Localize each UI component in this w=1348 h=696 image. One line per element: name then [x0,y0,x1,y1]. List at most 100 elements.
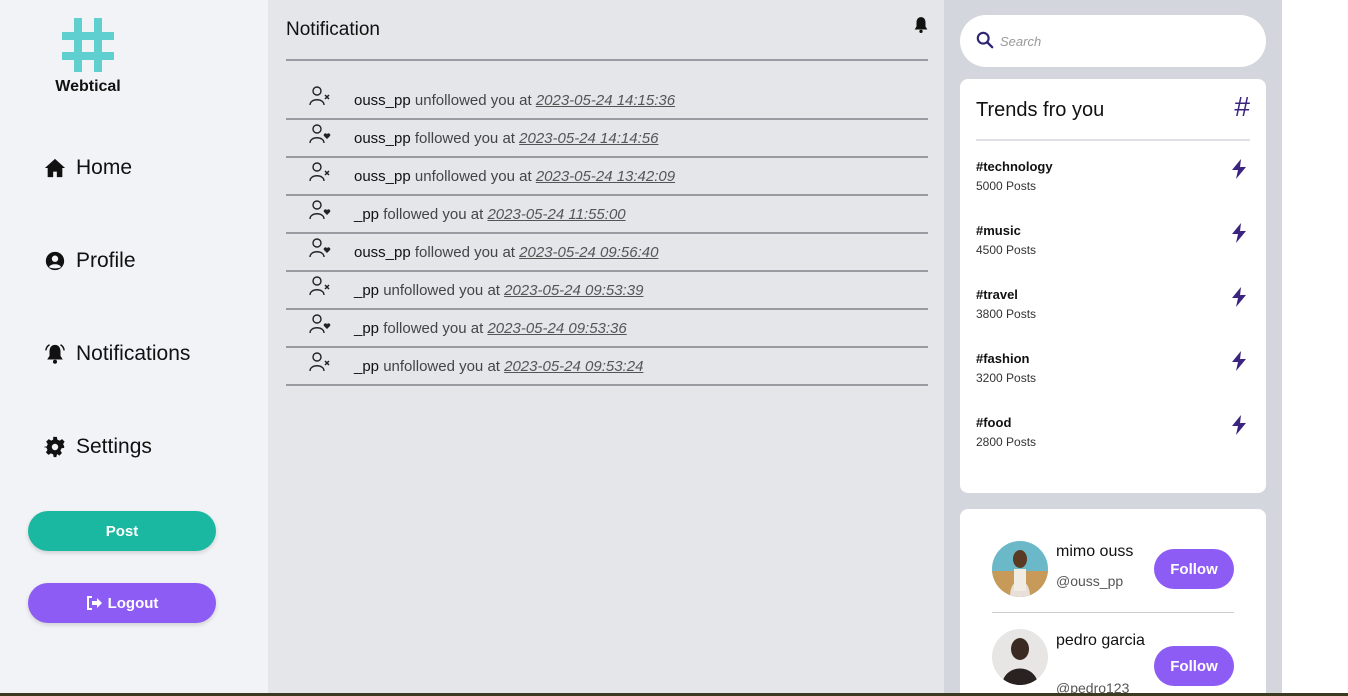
notification-row[interactable]: ouss_pp followed you at 2023-05-24 14:14… [286,120,928,158]
nav-notifications-label: Notifications [76,342,191,365]
notification-action: followed you at [414,244,515,261]
trend-count: 2800 Posts [976,435,1037,449]
notification-action: unfollowed you at [414,168,532,185]
notification-row[interactable]: ouss_pp unfollowed you at 2023-05-24 13:… [286,158,928,196]
nav-settings-label: Settings [76,435,152,458]
who-to-follow-card: mimo ouss @ouss_pp Follow pedro garcia @… [960,509,1266,696]
user-heart-icon [308,198,332,222]
bolt-icon [1232,351,1246,371]
trend-item[interactable]: #technology 5000 Posts [976,159,1250,203]
avatar[interactable] [992,629,1048,685]
notification-time[interactable]: 2023-05-24 11:55:00 [487,206,625,223]
user-x-icon [308,274,332,298]
gear-icon [44,436,65,458]
notification-time[interactable]: 2023-05-24 09:53:39 [504,282,643,299]
trend-item[interactable]: #music 4500 Posts [976,223,1250,267]
notification-row[interactable]: ouss_pp followed you at 2023-05-24 09:56… [286,234,928,272]
sign-out-icon [86,596,102,610]
user-x-icon [308,160,332,184]
user-x-icon [308,84,332,108]
hashtag-icon: # [1234,91,1250,122]
follow-button[interactable]: Follow [1154,549,1234,589]
notification-user[interactable]: ouss_pp [354,130,411,147]
nav-profile-label: Profile [76,249,136,272]
notification-action: unfollowed you at [383,282,500,299]
notification-text: ouss_pp followed you at 2023-05-24 09:56… [354,244,658,261]
trend-item[interactable]: #fashion 3200 Posts [976,351,1250,395]
follow-button[interactable]: Follow [1154,646,1234,686]
trend-item[interactable]: #travel 3800 Posts [976,287,1250,331]
left-sidebar: Webtical Home Profile Notifications Sett… [0,0,268,696]
notification-text: ouss_pp unfollowed you at 2023-05-24 14:… [354,92,675,109]
notification-text: ouss_pp followed you at 2023-05-24 14:14… [354,130,658,147]
notification-user[interactable]: _pp [354,358,379,375]
suggestion-name: pedro garcia [1056,632,1145,649]
user-heart-icon [308,312,332,336]
post-button[interactable]: Post [28,511,216,551]
suggestion-name: mimo ouss [1056,543,1134,560]
notification-text: _pp unfollowed you at 2023-05-24 09:53:3… [354,282,643,299]
bell-icon [45,344,65,364]
notification-text: _pp unfollowed you at 2023-05-24 09:53:2… [354,358,643,375]
trend-count: 5000 Posts [976,179,1037,193]
hashtag-logo-icon [62,18,114,72]
notification-text: _pp followed you at 2023-05-24 09:53:36 [354,320,627,337]
post-button-label: Post [105,522,139,540]
user-x-icon [308,350,332,374]
trend-tag: #fashion [976,351,1030,366]
search-box[interactable] [960,15,1266,67]
home-icon [44,158,66,178]
avatar[interactable] [992,541,1048,597]
nav-home-label: Home [76,156,133,179]
trend-count: 4500 Posts [976,243,1037,257]
notification-time[interactable]: 2023-05-24 09:53:24 [504,358,643,375]
trend-tag: #technology [976,159,1053,174]
notification-time[interactable]: 2023-05-24 09:56:40 [519,244,658,261]
trend-count: 3200 Posts [976,371,1037,385]
bolt-icon [1232,415,1246,435]
notification-user[interactable]: ouss_pp [354,244,411,261]
bolt-icon [1232,223,1246,243]
bolt-icon [1232,159,1246,179]
brand-logo[interactable]: Webtical [52,16,124,96]
notification-list: ouss_pp unfollowed you at 2023-05-24 14:… [286,82,928,386]
user-circle-icon [45,251,65,271]
divider [992,612,1234,613]
trends-title: Trends fro you [976,99,1105,121]
notification-text: ouss_pp unfollowed you at 2023-05-24 13:… [354,168,675,185]
nav-settings[interactable]: Settings [44,435,152,459]
notification-user[interactable]: _pp [354,206,379,223]
nav-home[interactable]: Home [44,156,132,180]
page-title: Notification [286,19,380,40]
notifications-header: Notification [286,0,928,61]
notification-action: followed you at [383,206,484,223]
bell-icon[interactable] [912,16,930,34]
notification-user[interactable]: ouss_pp [354,92,411,109]
notification-user[interactable]: _pp [354,320,379,337]
notification-time[interactable]: 2023-05-24 14:15:36 [536,92,675,109]
notification-user[interactable]: _pp [354,282,379,299]
notification-user[interactable]: ouss_pp [354,168,411,185]
trend-tag: #travel [976,287,1018,302]
notification-row[interactable]: _pp followed you at 2023-05-24 11:55:00 [286,196,928,234]
notification-time[interactable]: 2023-05-24 14:14:56 [519,130,658,147]
user-heart-icon [308,122,332,146]
divider [976,139,1250,141]
notification-row[interactable]: _pp unfollowed you at 2023-05-24 09:53:3… [286,272,928,310]
notification-time[interactable]: 2023-05-24 13:42:09 [536,168,675,185]
trend-tag: #food [976,415,1012,430]
notification-row[interactable]: ouss_pp unfollowed you at 2023-05-24 14:… [286,82,928,120]
trend-item[interactable]: #food 2800 Posts [976,415,1250,459]
notifications-panel: Notification ouss_pp unfollowed you at 2… [268,0,944,696]
logout-button-label: Logout [107,594,159,612]
user-heart-icon [308,236,332,260]
notification-row[interactable]: _pp unfollowed you at 2023-05-24 09:53:2… [286,348,928,386]
nav-notifications[interactable]: Notifications [44,342,190,366]
brand-name: Webtical [55,78,121,95]
notification-action: unfollowed you at [414,92,532,109]
notification-row[interactable]: _pp followed you at 2023-05-24 09:53:36 [286,310,928,348]
search-input[interactable] [1000,29,1250,53]
logout-button[interactable]: Logout [28,583,216,623]
nav-profile[interactable]: Profile [44,249,136,273]
notification-time[interactable]: 2023-05-24 09:53:36 [487,320,626,337]
